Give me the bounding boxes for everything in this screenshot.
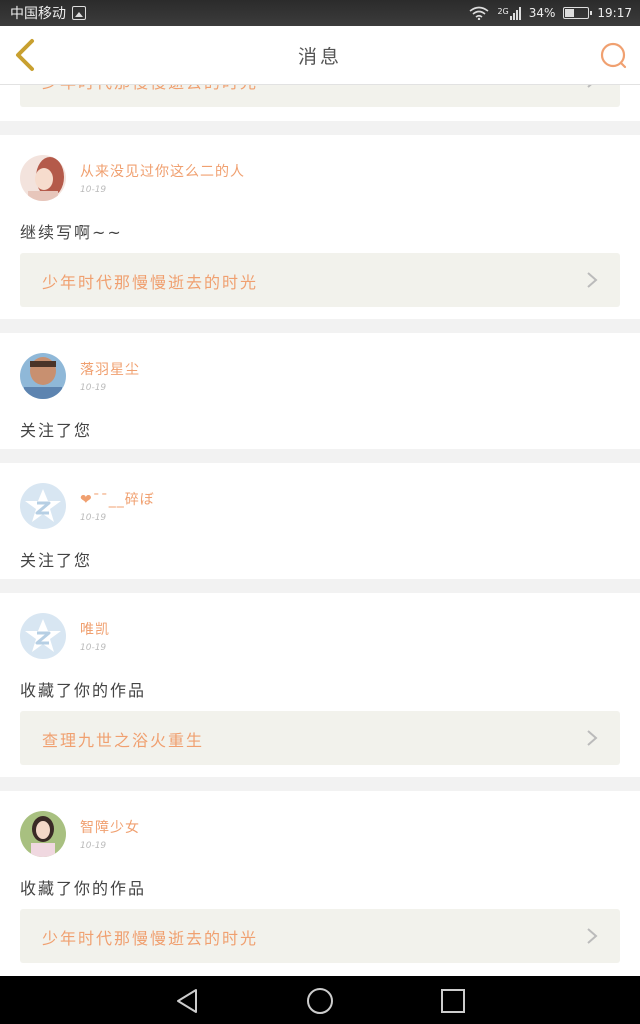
chevron-right-icon	[587, 928, 598, 944]
network-type: 2G	[497, 6, 509, 16]
clock: 19:17	[597, 6, 632, 20]
wifi-icon	[469, 6, 489, 20]
user-name[interactable]: 唯凯	[80, 619, 110, 639]
app-header: 消息	[0, 26, 640, 85]
work-title: 少年时代那慢慢逝去的时光	[42, 929, 259, 948]
message-text: 继续写啊~~	[20, 223, 123, 242]
message-time: 10-19	[80, 513, 107, 523]
work-title: 查理九世之浴火重生	[42, 731, 205, 750]
chevron-right-icon	[587, 730, 598, 746]
list-item: ❤¯¯__碎ぼ 10-19 关注了您	[0, 463, 640, 579]
user-name[interactable]: 智障少女	[80, 817, 140, 837]
search-icon[interactable]	[598, 40, 630, 72]
work-link[interactable]: 少年时代那慢慢逝去的时光	[20, 253, 620, 307]
page-title: 消息	[297, 45, 342, 68]
work-link[interactable]: 少年时代那慢慢逝去的时光	[20, 909, 620, 963]
triangle-back-icon[interactable]	[172, 986, 202, 1016]
list-item: 智障少女 10-19 收藏了你的作品 少年时代那慢慢逝去的时光	[0, 791, 640, 976]
work-link[interactable]: 少年时代那慢慢逝去的时光	[20, 85, 620, 107]
avatar[interactable]	[20, 353, 66, 399]
list-item: 从来没见过你这么二的人 10-19 继续写啊~~ 少年时代那慢慢逝去的时光	[0, 135, 640, 319]
system-nav-bar	[0, 976, 640, 1024]
message-text: 收藏了你的作品	[20, 879, 147, 898]
user-name[interactable]: ❤¯¯__碎ぼ	[80, 489, 155, 509]
message-time: 10-19	[80, 643, 107, 653]
circle-home-icon[interactable]	[305, 986, 335, 1016]
message-text: 关注了您	[20, 551, 93, 570]
user-name[interactable]: 落羽星尘	[80, 359, 140, 379]
message-time: 10-19	[80, 841, 107, 851]
square-recents-icon[interactable]	[438, 986, 468, 1016]
message-text: 关注了您	[20, 421, 93, 440]
status-bar: 中国移动 2G 34% 19:17	[0, 0, 640, 26]
chevron-right-icon	[587, 85, 592, 88]
list-item: 落羽星尘 10-19 关注了您	[0, 333, 640, 449]
list-item: 少年时代那慢慢逝去的时光	[0, 85, 640, 121]
battery-icon	[563, 7, 593, 19]
carrier-name: 中国移动	[10, 6, 66, 22]
signal-icon: 2G	[497, 6, 521, 20]
avatar[interactable]	[20, 811, 66, 857]
avatar[interactable]	[20, 155, 66, 201]
avatar[interactable]	[20, 613, 66, 659]
avatar[interactable]	[20, 483, 66, 529]
list-item: 唯凯 10-19 收藏了你的作品 查理九世之浴火重生	[0, 593, 640, 777]
work-title: 少年时代那慢慢逝去的时光	[42, 85, 258, 93]
battery-percent: 34%	[528, 6, 556, 20]
work-link[interactable]: 查理九世之浴火重生	[20, 711, 620, 765]
message-text: 收藏了你的作品	[20, 681, 147, 700]
chevron-right-icon	[587, 272, 598, 288]
work-title: 少年时代那慢慢逝去的时光	[42, 273, 259, 292]
chevron-left-icon[interactable]	[10, 37, 44, 73]
user-name[interactable]: 从来没见过你这么二的人	[80, 161, 245, 181]
message-time: 10-19	[80, 383, 107, 393]
message-time: 10-19	[80, 185, 107, 195]
message-list[interactable]: 少年时代那慢慢逝去的时光 从来没见过你这么二的人 10-19 继续写啊~~ 少年…	[0, 85, 640, 976]
gallery-icon	[72, 6, 86, 20]
